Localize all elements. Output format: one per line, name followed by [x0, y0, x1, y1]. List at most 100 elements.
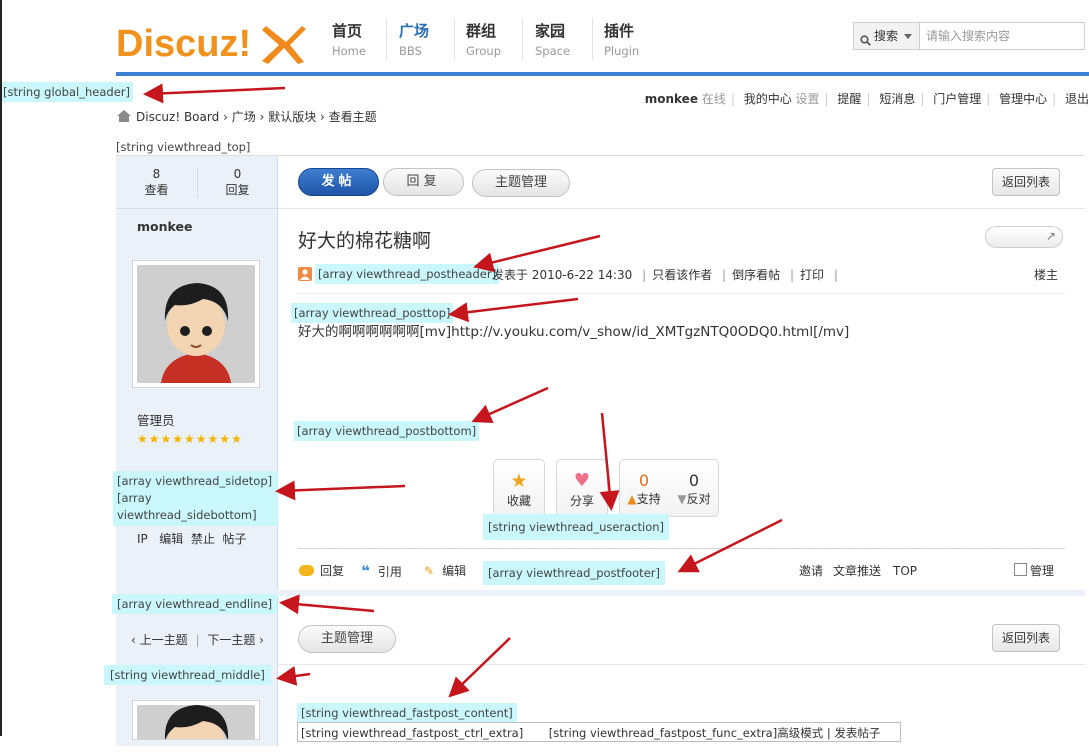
author-sidebar [116, 156, 278, 746]
username-link[interactable]: monkee [645, 92, 698, 106]
settings-link[interactable]: 设置 [796, 92, 820, 106]
reply-button[interactable]: 回复 [383, 168, 464, 196]
search-input[interactable]: 请输入搜索内容 [926, 23, 1010, 49]
wrench-icon: ↗ [1045, 229, 1056, 243]
search-type-select[interactable]: 搜索 [854, 23, 920, 49]
nav-divider [386, 18, 387, 60]
home-icon[interactable] [116, 109, 132, 128]
push-link[interactable]: 文章推送 [833, 562, 881, 580]
oppose-count: 0 [688, 471, 700, 490]
breadcrumb-sep: › [223, 110, 228, 124]
header-divider [116, 72, 1089, 76]
breadcrumb-board[interactable]: Discuz! Board [136, 110, 219, 124]
author-ip-link[interactable]: IP [137, 532, 148, 546]
nav-divider [454, 18, 455, 60]
share-label: 分享 [569, 494, 594, 508]
nav-divider [592, 18, 593, 60]
nav-bbs-label: 广场 [399, 22, 430, 40]
print-link[interactable]: 打印 [800, 268, 824, 282]
nav-home[interactable]: 首页 Home [332, 22, 366, 60]
discuz-logo[interactable]: Discuz! [116, 20, 306, 65]
breadcrumb-current: 查看主题 [328, 110, 377, 124]
prev-thread-link[interactable]: ‹ 上一主题 [131, 633, 188, 647]
favorite-button[interactable]: ★ 收藏 [493, 459, 545, 517]
author-name[interactable]: monkee [137, 219, 192, 234]
reverse-order-link[interactable]: 倒序看帖 [732, 268, 780, 282]
nav-group[interactable]: 群组 Group [466, 22, 501, 60]
views-stat: 8 查看 [116, 166, 197, 198]
nav-plugin[interactable]: 插件 Plugin [604, 22, 639, 60]
logout-link[interactable]: 退出 [1065, 92, 1089, 106]
nav-group-sub: Group [466, 44, 502, 58]
nav-bbs[interactable]: 广场 BBS [399, 22, 429, 60]
rank-stars: ★★★★★★★★★ [137, 432, 269, 446]
breadcrumb-forum[interactable]: 广场 [232, 110, 256, 124]
author-edit-link[interactable]: 编辑 [159, 532, 183, 546]
thread-manage-button-bottom[interactable]: 主题管理 [298, 625, 396, 653]
top-link[interactable]: TOP [893, 562, 917, 580]
next-thread-link[interactable]: 下一主题 › [207, 633, 264, 647]
replies-stat: 0 回复 [198, 166, 277, 198]
admin-center-link[interactable]: 管理中心 [999, 92, 1047, 106]
thread-manage-button[interactable]: 主题管理 [472, 169, 570, 197]
hook-useraction: [string viewthread_useraction] [483, 514, 670, 540]
manage-checkbox[interactable]: 管理 [1014, 562, 1054, 580]
hook-postheader: [array viewthread_postheader] [315, 264, 500, 284]
pager-divider [278, 664, 1085, 665]
chevron-down-icon [904, 34, 912, 39]
quote-icon: ❝ [361, 562, 370, 580]
hook-postbottom: [array viewthread_postbottom] [294, 421, 480, 441]
svg-text:Discuz!: Discuz! [116, 23, 251, 64]
edit-link[interactable]: ✎ 编辑 [424, 562, 466, 580]
font-size-toggle[interactable]: ↗ [985, 226, 1063, 248]
author-posts-link[interactable]: 帖子 [223, 532, 247, 546]
user-icon [298, 267, 312, 281]
down-arrow-icon: ▼ [677, 492, 687, 506]
hook-viewthread-top: [string viewthread_top] [116, 140, 251, 154]
quote-link-label: 引用 [377, 565, 402, 579]
share-button[interactable]: ♥ 分享 [556, 459, 608, 517]
hook-sidetop: [array viewthread_sidetop][array viewthr… [113, 471, 278, 526]
post-divider [298, 293, 1065, 294]
edit-link-label: 编辑 [442, 564, 467, 578]
my-center-link[interactable]: 我的中心 [744, 92, 792, 106]
only-author-link[interactable]: 只看该作者 [652, 268, 712, 282]
hook-middle: [string viewthread_middle] [104, 665, 271, 685]
post-time: 发表于 2010-6-22 14:30 [492, 268, 633, 282]
nav-plugin-sub: Plugin [604, 44, 640, 58]
avatar[interactable] [132, 260, 260, 388]
nav-divider [522, 18, 523, 60]
star-icon: ★ [510, 470, 528, 492]
search-box: 搜索 请输入搜索内容 [853, 22, 1085, 50]
sidebar-divider [116, 208, 277, 209]
breadcrumb-block[interactable]: 默认版块 [268, 110, 316, 124]
hook-global-header: [string global_header] [0, 82, 133, 102]
notify-link[interactable]: 提醒 [837, 92, 861, 106]
support-button[interactable]: 0 ▲支持 [620, 460, 668, 516]
new-post-button[interactable]: 发帖 [298, 168, 379, 196]
post-floor: 楼主 [1034, 268, 1059, 282]
user-bar: monkee 在线 | 我的中心 设置 | 提醒 | 短消息 | 门户管理 | 管理中心 |… [644, 92, 1089, 106]
replies-count: 0 [233, 167, 242, 181]
oppose-button[interactable]: 0 ▼反对 [670, 460, 718, 516]
avatar[interactable] [132, 700, 260, 740]
checkbox-icon [1014, 563, 1027, 576]
nav-space[interactable]: 家园 Space [535, 22, 570, 60]
author-ban-link[interactable]: 禁止 [191, 532, 215, 546]
back-to-list-button-bottom[interactable]: 返回列表 [992, 624, 1060, 652]
nav-home-sub: Home [332, 44, 366, 58]
portal-admin-link[interactable]: 门户管理 [933, 92, 981, 106]
replies-label: 回复 [225, 183, 250, 197]
quote-link[interactable]: ❝ 引用 [361, 562, 402, 581]
messages-link[interactable]: 短消息 [879, 92, 915, 106]
support-count: 0 [638, 471, 650, 490]
star-icon: ★★★★★★★★★ [137, 432, 243, 446]
reply-link[interactable]: 回复 [299, 562, 344, 580]
support-label: 支持 [636, 492, 661, 506]
heart-icon: ♥ [573, 470, 591, 491]
nav-space-label: 家园 [535, 22, 566, 40]
back-to-list-button[interactable]: 返回列表 [992, 168, 1060, 196]
fastpost-bar: [string viewthread_fastpost_ctrl_extra] … [297, 722, 901, 742]
breadcrumb-sep: › [259, 110, 265, 124]
invite-link[interactable]: 邀请 [799, 562, 823, 580]
